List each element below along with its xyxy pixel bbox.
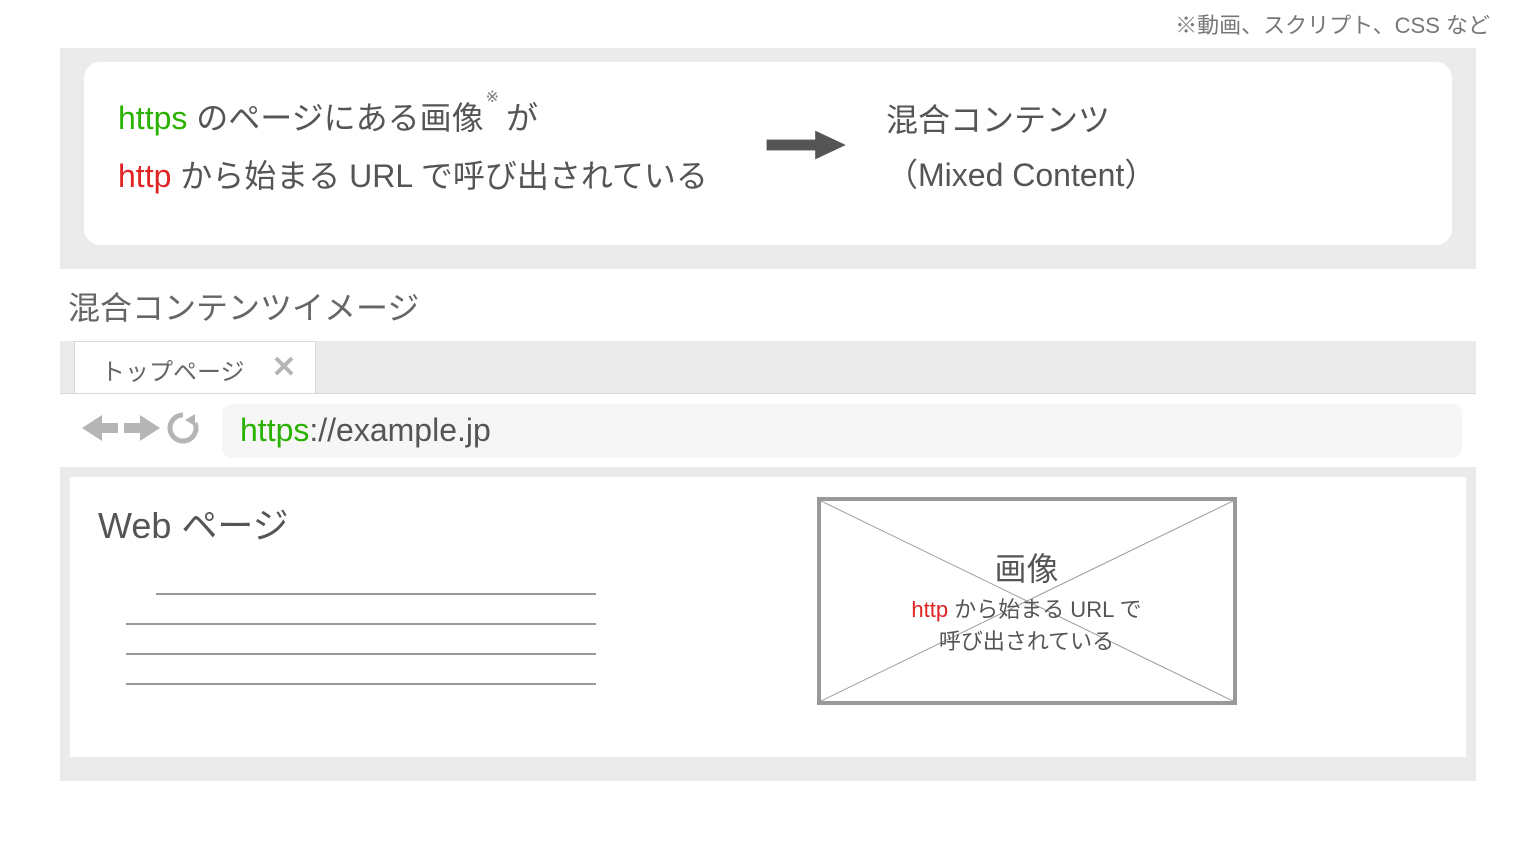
browser-window: トップページ ✕ https://example.jp [60,341,1476,757]
text-line [126,655,596,685]
image-http: http [911,597,948,622]
text-line [126,595,596,625]
image-label: 画像 [994,544,1058,590]
browser-toolbar: https://example.jp [60,393,1476,467]
definition-row2: http から始まる URL で呼び出されている [118,148,758,206]
arrow-icon [758,125,858,170]
address-bar[interactable]: https://example.jp [222,404,1462,458]
close-icon[interactable]: ✕ [271,350,296,385]
row1-sup: ※ [486,89,499,106]
url-rest: ://example.jp [309,412,490,449]
mixed-content-jp: 混合コンテンツ [886,93,1436,147]
http-label: http [118,158,171,194]
mixed-content-en: （Mixed Content） [886,148,1436,202]
back-icon[interactable] [82,413,118,448]
row1-text: のページにある画像 [187,100,483,136]
browser-viewport: Web ページ 画像 http から始まる URL で 呼び出されている [70,477,1466,757]
forward-icon[interactable] [124,413,160,448]
url-https: https [240,412,309,449]
text-line [156,561,596,595]
image-desc: http から始まる URL で 呼び出されている [911,594,1141,658]
browser-illustration: トップページ ✕ https://example.jp [60,341,1476,781]
row2-text: から始まる URL で呼び出されている [171,158,708,194]
mixed-content-image-caption: 混合コンテンツイメージ [60,283,1476,329]
definition-right: 混合コンテンツ （Mixed Content） [858,93,1436,202]
definition-left: https のページにある画像※ が http から始まる URL で呼び出され… [118,90,758,205]
page-text-area: Web ページ [98,497,643,733]
browser-tab[interactable]: トップページ ✕ [74,341,316,393]
definition-section: https のページにある画像※ が http から始まる URL で呼び出され… [60,48,1476,269]
row1-tail: が [497,100,538,136]
image-placeholder: 画像 http から始まる URL で 呼び出されている [817,497,1237,705]
definition-card: https のページにある画像※ が http から始まる URL で呼び出され… [84,62,1452,245]
text-line [126,625,596,655]
image-desc-rest: から始まる URL で [948,597,1142,622]
reload-icon[interactable] [166,411,200,450]
definition-row1: https のページにある画像※ が [118,90,758,148]
page-heading: Web ページ [98,497,643,549]
https-label: https [118,100,187,136]
footnote-examples: ※動画、スクリプト、CSS など [0,0,1536,40]
page-image-area: 画像 http から始まる URL で 呼び出されている [643,497,1410,733]
image-desc-line2: 呼び出されている [939,629,1114,654]
tab-label: トップページ [101,359,245,386]
